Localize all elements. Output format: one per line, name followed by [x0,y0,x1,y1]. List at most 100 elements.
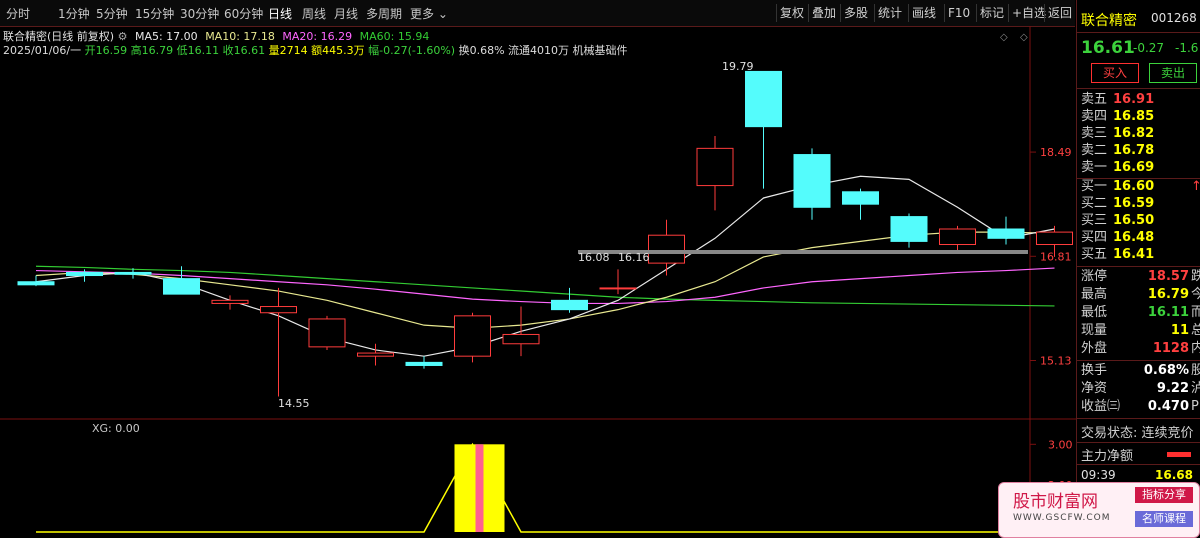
candle-body [17,281,55,286]
ask-label: 卖三 [1081,126,1108,141]
candle-body [163,278,200,295]
candle-body [260,306,297,314]
ask-row: 卖三 16.82 [1081,125,1200,143]
stat-suffix: 而 [1191,305,1200,320]
chevron-down-icon: ⌄ [437,7,448,21]
bid-price: 16.59 [1113,196,1155,211]
bid-label: 买三 [1081,213,1108,228]
signal-line [36,442,1055,533]
adjust-button[interactable]: 复权 [776,4,807,22]
stat-value: 0.470 [1147,399,1189,414]
stat-suffix: 内 [1191,341,1200,356]
candle-body [793,154,831,208]
stat-suffix: 今 [1191,287,1200,302]
indicator-chart[interactable]: XG: 0.00 3.002.001.00 [0,420,1076,538]
candle-body [114,271,152,275]
signal-bar-stripe [475,444,484,532]
stat-value: 1128 [1152,341,1189,356]
tab-1min[interactable]: 1分钟 [58,5,90,22]
tab-daily[interactable]: 日线 [268,5,292,22]
stat-label: 最低 [1081,305,1108,320]
bid-row: 买一 16.60 ↑ [1081,178,1200,196]
candle-body [454,315,491,357]
ask-label: 卖五 [1081,92,1108,107]
tab-15min[interactable]: 15分钟 [135,5,174,22]
tab-more[interactable]: 更多 ⌄ [410,5,448,22]
ask-row: 卖二 16.78 [1081,142,1200,160]
tab-weekly[interactable]: 周线 [302,5,326,22]
range-annotation: 16.08 [578,251,610,264]
range-annotation-2: 16.16 [618,251,650,264]
stat-value: 11 [1170,323,1189,338]
ask-row: 卖一 16.69 [1081,159,1200,177]
diamond-icon-2[interactable]: ◇ [1020,32,1028,43]
bid-row: 买二 16.59 [1081,195,1200,213]
price-tick-label: 16.81 [1040,250,1072,263]
stat-row: 收益㈢ 0.470 P [1081,398,1200,416]
sell-button[interactable]: 卖出 [1149,63,1197,83]
stat-suffix: 跌 [1191,269,1200,284]
price-change: -0.27 [1133,41,1165,55]
tab-multi-period[interactable]: 多周期 [366,5,402,22]
candle-body [211,299,249,304]
tab-60min[interactable]: 60分钟 [224,5,263,22]
main-net-bar [1167,452,1191,457]
tab-30min[interactable]: 30分钟 [180,5,219,22]
candle-body [357,352,394,357]
ask-price: 16.85 [1113,109,1155,124]
f10-button[interactable]: F10 [944,4,973,22]
watermark-title: 股市财富网 [1013,492,1098,512]
stat-value: 9.22 [1156,381,1189,396]
watermark-tag: 名师课程 [1135,511,1193,527]
indicator-tick-label: 3.00 [1048,438,1073,451]
trade-status: 交易状态: 连续竞价 [1081,426,1194,441]
bid-price: 16.60 [1113,179,1155,194]
stat-value: 18.57 [1147,269,1189,284]
candle-body [696,147,734,187]
bid-label: 买一 [1081,179,1108,194]
candle-body [502,333,540,345]
buy-button[interactable]: 买入 [1091,63,1139,83]
stat-row: 外盘 1128 内 [1081,340,1200,358]
quote-panel: 联合精密 001268 16.61 -0.27 -1.6 买入 卖出 卖五 16.… [1076,0,1200,538]
stat-label: 收益㈢ [1081,399,1121,414]
add-watchlist-button[interactable]: +自选 [1008,4,1049,22]
candle-body [939,228,976,246]
ask-label: 卖二 [1081,143,1108,158]
stats-button[interactable]: 统计 [874,4,905,22]
stat-row: 净资 9.22 泸 [1081,380,1200,398]
bid-price: 16.48 [1113,230,1155,245]
candle-body [1036,231,1073,246]
stat-suffix: 总 [1191,323,1200,338]
current-price: 16.61 [1081,38,1135,58]
stock-name: 联合精密 [1081,13,1137,29]
multi-stock-button[interactable]: 多股 [840,4,871,22]
bid-label: 买五 [1081,247,1108,262]
stat-row: 现量 11 总 [1081,322,1200,340]
stat-label: 涨停 [1081,269,1108,284]
candle-body [842,191,879,205]
mark-button[interactable]: 标记 [976,4,1007,22]
diamond-icon[interactable]: ◇ [1000,32,1008,43]
stat-label: 净资 [1081,381,1108,396]
ma5-line [35,175,1055,357]
low-annotation: 14.55 [278,397,310,410]
stat-row: 最高 16.79 今 [1081,286,1200,304]
candlestick-chart[interactable]: 18.49 16.81 15.13 ◇ ◇ 19.79 14.55 16.08 16… [0,26,1076,420]
tab-5min[interactable]: 5分钟 [96,5,128,22]
candle-body [66,271,103,277]
ask-row: 卖五 16.91 [1081,91,1200,109]
candle-body [308,318,346,348]
stock-code: 001268 [1151,11,1197,25]
draw-button[interactable]: 画线 [908,4,939,22]
watermark-url: WWW.GSCFW.COM [1013,513,1111,523]
tab-intraday[interactable]: 分时 [6,5,30,22]
tick-time: 09:39 [1081,468,1116,482]
indicator-label: XG: 0.00 [92,422,140,435]
back-button[interactable]: 返回 [1044,4,1075,22]
overlay-button[interactable]: 叠加 [808,4,839,22]
ask-price: 16.78 [1113,143,1155,158]
ask-price: 16.69 [1113,160,1155,175]
tab-monthly[interactable]: 月线 [334,5,358,22]
ask-label: 卖一 [1081,160,1108,175]
